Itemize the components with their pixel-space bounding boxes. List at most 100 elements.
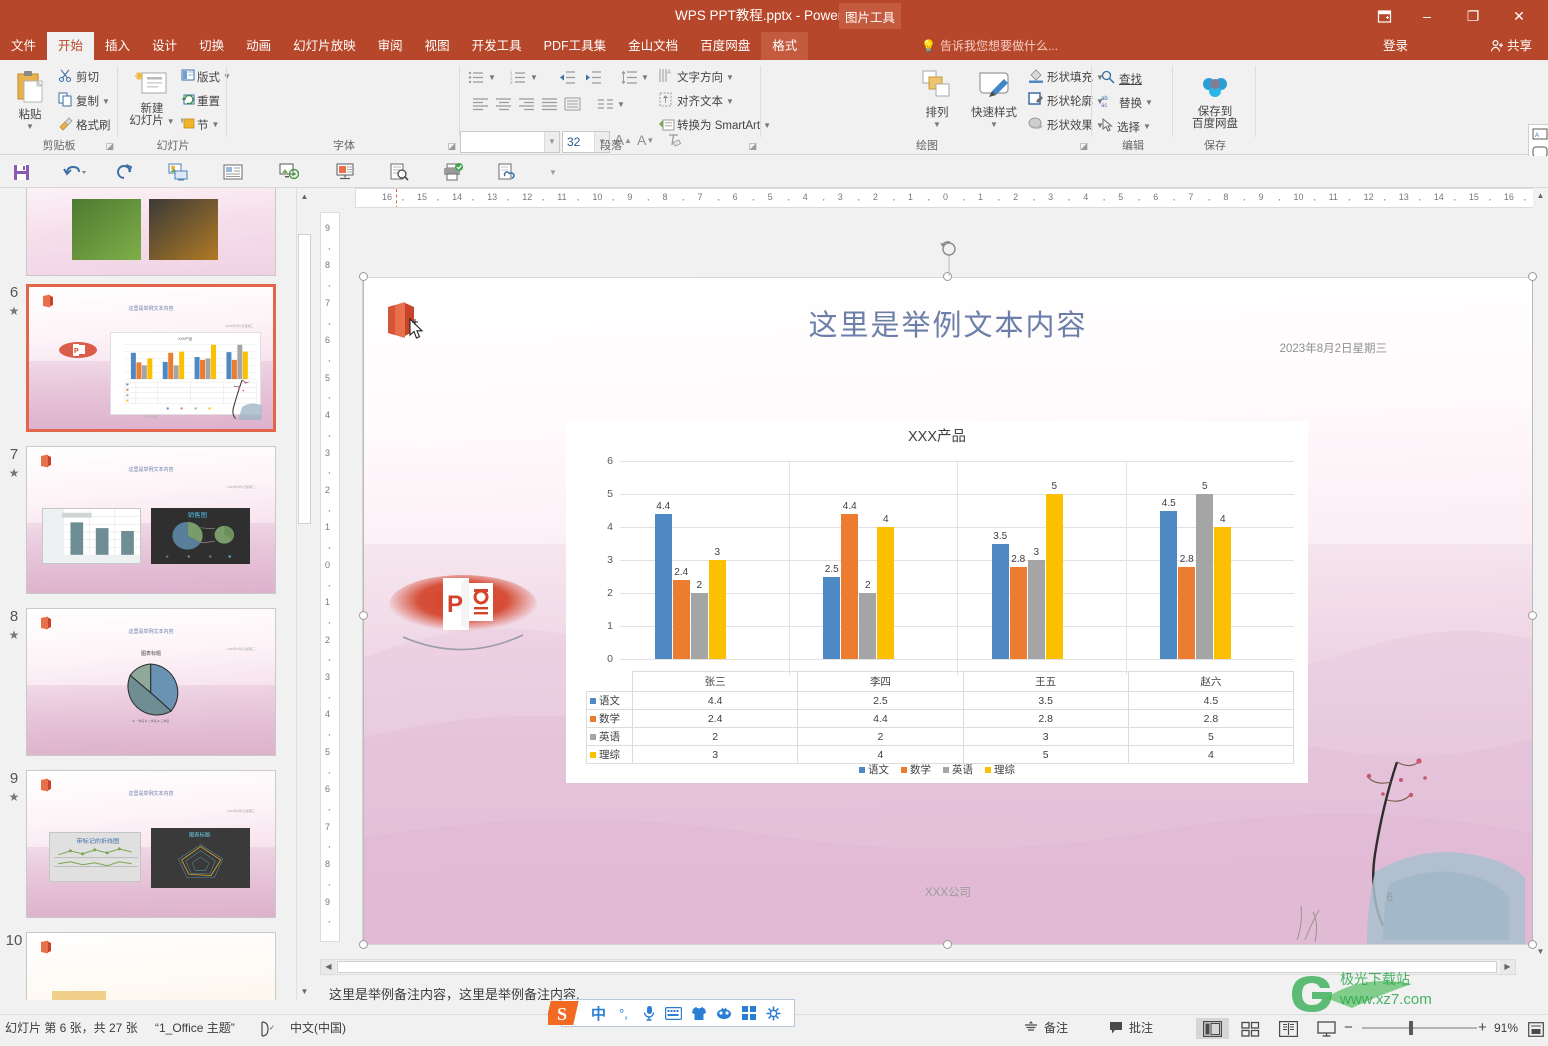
chart-bar[interactable] [672,579,690,659]
thumbnail-slide-10[interactable] [26,932,276,1000]
font-dialog-launcher[interactable]: ◪ [447,141,456,152]
chart-bar[interactable] [1178,566,1196,659]
thumbnail-scrollbar[interactable]: ▲ ▼ [296,188,312,1000]
sign-in-link[interactable]: 登录 [1383,32,1408,60]
find-button[interactable]: 查找 [1101,70,1142,87]
numbering-caret[interactable]: ▼ [530,73,538,82]
save-icon[interactable] [8,160,34,184]
new-slide-button[interactable]: 新建 幻灯片 ▼ [125,66,179,140]
copy-button[interactable]: 复制 ▼ [58,92,110,110]
save-to-baidu-netdisk-button[interactable]: 保存到 百度网盘 [1186,66,1244,142]
start-slideshow-icon[interactable] [276,160,302,184]
zoom-in-button[interactable]: + [1478,1015,1487,1041]
paste-button[interactable]: 粘贴 ▼ [4,66,56,140]
tab-developer[interactable]: 开发工具 [461,32,533,60]
notes-text[interactable]: 这里是举例备注内容，这里是举例备注内容. [329,984,580,1003]
section-button[interactable]: 节 ▼ [181,116,219,133]
tab-file[interactable]: 文件 [0,32,47,60]
layout-button[interactable]: 版式 ▼ [181,68,231,85]
print-preview-icon[interactable] [386,160,412,184]
horizontal-scrollbar[interactable]: ◀ ▶ [320,959,1516,975]
arrange-caret[interactable]: ▼ [912,120,962,129]
scroll-up-icon[interactable]: ▲ [297,188,312,205]
powerpoint-logo-icon[interactable]: P [385,565,541,661]
chart-bar[interactable] [1045,494,1063,659]
vertical-ruler[interactable]: 9 ꞏ 8 ꞏ 7 ꞏ 6 ꞏ 5 ꞏ 4 ꞏ 3 ꞏ 2 ꞏ 1 ꞏ 0 ꞏ 1 ꞏ 2 ꞏ 3 ꞏ 4 ꞏ 5 ꞏ 6 ꞏ 7 ꞏ 8 ꞏ 9 ꞏ [320,212,340,942]
zoom-slider-knob[interactable] [1409,1021,1413,1035]
quick-styles-button[interactable]: 快速样式 ▼ [964,66,1024,144]
language-label[interactable]: 中文(中国) [290,1015,346,1041]
normal-view-icon[interactable] [1196,1018,1229,1039]
thumbnail-slide-8[interactable]: 这里是举例文本内容 2023年8月2日星期三 图表标题 ■ 一季度 ■ 二季度 … [26,608,276,756]
clipboard-dialog-launcher[interactable]: ◪ [105,141,114,152]
paragraph-dialog-launcher[interactable]: ◪ [748,141,757,152]
ruler-margin-marker[interactable] [396,189,397,207]
quick-styles-caret[interactable]: ▼ [964,120,1024,129]
tab-animations[interactable]: 动画 [235,32,282,60]
text-direction-button[interactable]: A 文字方向 ▼ [659,68,734,86]
reset-button[interactable]: 重置 [181,92,220,109]
tab-slideshow[interactable]: 幻灯片放映 [282,32,367,60]
selection-handle-bl[interactable] [359,940,368,949]
cut-button[interactable]: 剪切 [58,68,99,86]
chart-bar[interactable] [654,513,672,659]
chart-bar[interactable] [859,593,877,659]
reading-view-icon[interactable] [1272,1018,1305,1039]
minimize-button[interactable]: – [1404,1,1450,31]
convert-to-smartart-button[interactable]: 转换为 SmartArt ▼ [659,116,771,134]
sogou-ime-toolbar[interactable]: S 中 °, [545,999,795,1027]
align-text-caret[interactable]: ▼ [726,97,734,106]
fit-slide-to-window-icon[interactable] [1528,1020,1544,1046]
chart-bar[interactable] [1196,494,1214,659]
ime-voice-input-icon[interactable] [636,1000,661,1026]
replace-button[interactable]: ab ac 替换 ▼ [1101,94,1153,111]
justify-button[interactable] [541,97,558,111]
ribbon-display-options-icon[interactable] [1364,1,1404,31]
chart-bar[interactable] [1160,510,1178,659]
bullets-button[interactable]: ▼ [468,70,496,85]
chart-bar[interactable] [708,560,726,659]
new-slide-icon[interactable] [220,160,246,184]
slide-date[interactable]: 2023年8月2日星期三 [1280,340,1387,356]
hscroll-thumb[interactable] [337,961,1497,973]
scrollbar-thumb[interactable] [298,234,311,524]
align-left-button[interactable] [472,97,489,111]
slide-footer[interactable]: XXX公司 [363,884,1533,900]
text-direction-caret[interactable]: ▼ [726,73,734,82]
ime-toolbox-icon[interactable] [736,1000,761,1026]
slide-sorter-icon[interactable] [1234,1018,1267,1039]
tab-review[interactable]: 审阅 [367,32,414,60]
selection-handle-tl[interactable] [359,272,368,281]
arrange-button[interactable]: 排列 ▼ [912,66,962,144]
align-center-button[interactable] [495,97,512,111]
decrease-indent-button[interactable] [559,70,576,85]
comments-button[interactable]: 批注 [1109,1015,1153,1041]
chart-bar[interactable] [1214,527,1232,659]
line-spacing-button[interactable]: ▼ [621,70,649,85]
tell-me-box[interactable]: 💡 告诉我您想要做什么... [921,32,1058,60]
columns-caret[interactable]: ▼ [617,100,625,109]
slide-canvas[interactable]: 这里是举例文本内容 2023年8月2日星期三 P XXX产品 0 1 2 3 4… [362,277,1534,945]
copy-dropdown-caret[interactable]: ▼ [102,97,110,106]
tab-insert[interactable]: 插入 [94,32,141,60]
chart-bar[interactable] [991,543,1009,659]
chart-bar[interactable] [877,527,895,659]
start-from-current-slide-icon[interactable] [165,160,191,184]
presenter-view-icon[interactable] [332,160,358,184]
tab-view[interactable]: 视图 [414,32,461,60]
drawing-dialog-launcher[interactable]: ◪ [1079,141,1088,152]
close-button[interactable]: ✕ [1496,1,1542,31]
notes-pane[interactable]: 这里是举例备注内容，这里是举例备注内容. [311,978,1548,1014]
format-painter-button[interactable]: 格式刷 [58,116,111,134]
new-slide-caret[interactable]: ▼ [167,117,175,126]
distribute-text-button[interactable] [564,97,581,111]
align-right-button[interactable] [518,97,535,111]
tab-kingsoft-docs[interactable]: 金山文档 [617,32,689,60]
undo-icon[interactable] [58,160,92,184]
legend-item[interactable]: 数学 [901,764,931,776]
legend-item[interactable]: 英语 [943,764,973,776]
selection-handle-bm[interactable] [943,940,952,949]
chart-bar[interactable] [690,593,708,659]
tab-transitions[interactable]: 切换 [188,32,235,60]
share-button[interactable]: 共享 [1490,32,1532,60]
